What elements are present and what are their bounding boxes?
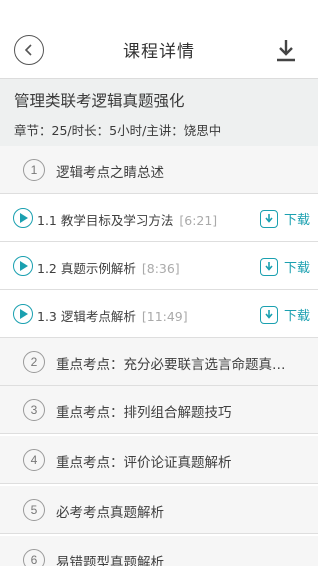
chapter-item[interactable]: 1 逻辑考点之睛总述 bbox=[0, 146, 318, 194]
page-title: 课程详情 bbox=[123, 42, 195, 62]
download-label: 下载 bbox=[283, 261, 310, 276]
lesson-download-button[interactable]: 下载 bbox=[259, 209, 310, 228]
chapter-number: 4 bbox=[23, 449, 45, 471]
download-icon bbox=[277, 40, 295, 62]
chapter-number: 5 bbox=[23, 499, 45, 521]
lesson-name: 1.2 真题示例解析 bbox=[37, 261, 136, 276]
chapter-item[interactable]: 3 重点考点：排列组合解题技巧 bbox=[0, 386, 318, 434]
chapter-item[interactable]: 4 重点考点：评价论证真题解析 bbox=[0, 436, 318, 484]
lesson-duration: [11:49] bbox=[141, 309, 188, 324]
nav-bar: 课程详情 bbox=[0, 0, 318, 78]
lesson-title: 1.2 真题示例解析 [8:36] bbox=[37, 258, 180, 277]
chapter-number: 3 bbox=[23, 399, 45, 421]
download-all-button[interactable] bbox=[272, 36, 300, 64]
lesson-duration: [8:36] bbox=[141, 261, 180, 276]
lesson-item[interactable]: 1.3 逻辑考点解析 [11:49] 下载 bbox=[0, 290, 318, 338]
download-box-icon bbox=[259, 257, 278, 276]
download-label: 下载 bbox=[283, 309, 310, 324]
download-label: 下载 bbox=[283, 213, 310, 228]
lesson-title: 1.3 逻辑考点解析 [11:49] bbox=[37, 306, 188, 325]
lesson-name: 1.1 教学目标及学习方法 bbox=[37, 213, 174, 228]
chapter-item[interactable]: 5 必考考点真题解析 bbox=[0, 486, 318, 534]
lesson-download-button[interactable]: 下载 bbox=[259, 257, 310, 276]
play-icon[interactable] bbox=[13, 256, 33, 276]
chapter-item[interactable]: 2 重点考点：充分必要联言选言命题真… bbox=[0, 338, 318, 386]
lesson-name: 1.3 逻辑考点解析 bbox=[37, 309, 136, 324]
course-meta: 章节：25/时长：5小时/主讲：饶思中 bbox=[14, 123, 222, 138]
chapter-title: 必考考点真题解析 bbox=[56, 505, 164, 521]
chapter-title: 重点考点：评价论证真题解析 bbox=[56, 455, 232, 471]
chapter-title: 逻辑考点之睛总述 bbox=[56, 165, 164, 181]
chapter-title: 重点考点：排列组合解题技巧 bbox=[56, 405, 232, 421]
play-icon[interactable] bbox=[13, 304, 33, 324]
lesson-duration: [6:21] bbox=[179, 213, 218, 228]
download-box-icon bbox=[259, 209, 278, 228]
lesson-title: 1.1 教学目标及学习方法 [6:21] bbox=[37, 210, 217, 229]
chapter-title: 重点考点：充分必要联言选言命题真… bbox=[56, 357, 286, 373]
lesson-item[interactable]: 1.2 真题示例解析 [8:36] 下载 bbox=[0, 242, 318, 290]
chapter-number: 2 bbox=[23, 351, 45, 373]
play-icon[interactable] bbox=[13, 208, 33, 228]
chapter-title: 易错题型真题解析 bbox=[56, 555, 164, 566]
course-title: 管理类联考逻辑真题强化 bbox=[14, 92, 185, 110]
lesson-item[interactable]: 1.1 教学目标及学习方法 [6:21] 下载 bbox=[0, 194, 318, 242]
chapter-number: 1 bbox=[23, 159, 45, 181]
chapter-number: 6 bbox=[23, 549, 45, 566]
lesson-download-button[interactable]: 下载 bbox=[259, 305, 310, 324]
course-info: 管理类联考逻辑真题强化 章节：25/时长：5小时/主讲：饶思中 bbox=[0, 78, 318, 146]
chapter-item[interactable]: 6 易错题型真题解析 bbox=[0, 536, 318, 566]
download-box-icon bbox=[259, 305, 278, 324]
